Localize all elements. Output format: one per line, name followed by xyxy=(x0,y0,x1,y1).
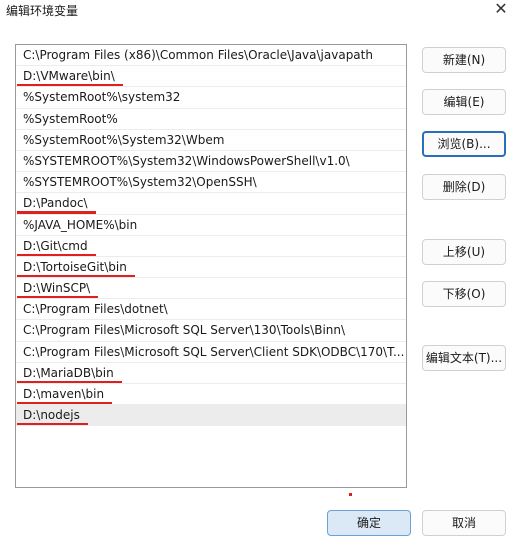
path-text: D:\Git\cmd xyxy=(23,238,88,253)
path-text: %SystemRoot% xyxy=(23,111,118,126)
delete-button[interactable]: 删除(D) xyxy=(422,174,506,200)
path-text: C:\Program Files\dotnet\ xyxy=(23,302,168,317)
path-text: D:\WinSCP\ xyxy=(23,281,91,296)
path-list-item[interactable]: D:\nodejs xyxy=(16,405,406,427)
path-text: C:\Program Files\Microsoft SQL Server\Cl… xyxy=(23,344,405,359)
path-text: D:\MariaDB\bin xyxy=(23,365,114,380)
path-text: D:\maven\bin xyxy=(23,387,105,401)
window-title: 编辑环境变量 xyxy=(6,4,79,18)
path-text: %SYSTEMROOT%\System32\WindowsPowerShell\… xyxy=(23,153,350,168)
browse-button[interactable]: 浏览(B)... xyxy=(422,131,506,157)
path-text: C:\Program Files (x86)\Common Files\Orac… xyxy=(23,48,373,62)
path-list-item[interactable]: D:\TortoiseGit\bin xyxy=(16,257,406,279)
path-text: %SystemRoot%\System32\Wbem xyxy=(23,132,225,147)
ok-button[interactable]: 确定 xyxy=(327,510,411,536)
move-up-button[interactable]: 上移(U) xyxy=(422,239,506,265)
close-icon[interactable]: ✕ xyxy=(492,0,510,18)
edit-text-button[interactable]: 编辑文本(T)... xyxy=(422,345,506,371)
path-text: C:\Program Files\Microsoft SQL Server\13… xyxy=(23,323,346,338)
path-text: D:\TortoiseGit\bin xyxy=(23,259,127,274)
path-list-item[interactable]: %JAVA_HOME%\bin xyxy=(16,215,406,236)
cancel-button[interactable]: 取消 xyxy=(422,510,506,536)
path-list-item[interactable]: D:\Git\cmd xyxy=(16,236,406,257)
path-list-item[interactable]: C:\Program Files (x86)\Common Files\Orac… xyxy=(16,45,406,67)
path-list-item[interactable]: %SystemRoot%\system32 xyxy=(16,87,406,109)
path-list-item[interactable]: D:\MariaDB\bin xyxy=(16,363,406,384)
new-button[interactable]: 新建(N) xyxy=(422,47,506,73)
path-list-item[interactable]: C:\Program Files\dotnet\ xyxy=(16,299,406,321)
path-text: %SystemRoot%\system32 xyxy=(23,90,181,105)
path-text: %JAVA_HOME%\bin xyxy=(23,217,138,232)
title-bar: 编辑环境变量 ✕ xyxy=(0,0,516,20)
path-list-item[interactable]: D:\maven\bin xyxy=(16,384,406,406)
annotation-underline xyxy=(17,423,88,426)
path-text: D:\VMware\bin\ xyxy=(23,69,115,84)
path-list-item[interactable]: %SystemRoot% xyxy=(16,109,406,130)
path-list-item[interactable]: C:\Program Files\Microsoft SQL Server\Cl… xyxy=(16,342,406,363)
path-list-item[interactable]: D:\VMware\bin\ xyxy=(16,66,406,88)
move-down-button[interactable]: 下移(O) xyxy=(422,281,506,307)
path-text: D:\Pandoc\ xyxy=(23,196,88,211)
edit-button[interactable]: 编辑(E) xyxy=(422,89,506,115)
path-list[interactable]: C:\Program Files (x86)\Common Files\Orac… xyxy=(15,44,407,488)
path-text: %SYSTEMROOT%\System32\OpenSSH\ xyxy=(23,175,257,190)
path-list-item[interactable]: %SYSTEMROOT%\System32\WindowsPowerShell\… xyxy=(16,151,406,173)
path-text: D:\nodejs xyxy=(23,408,80,423)
path-list-item[interactable]: D:\Pandoc\ xyxy=(16,193,406,215)
path-list-item[interactable]: D:\WinSCP\ xyxy=(16,278,406,300)
annotation-dot xyxy=(349,493,352,496)
path-list-item[interactable]: %SystemRoot%\System32\Wbem xyxy=(16,130,406,151)
path-list-item[interactable]: C:\Program Files\Microsoft SQL Server\13… xyxy=(16,320,406,342)
path-list-item[interactable]: %SYSTEMROOT%\System32\OpenSSH\ xyxy=(16,172,406,194)
